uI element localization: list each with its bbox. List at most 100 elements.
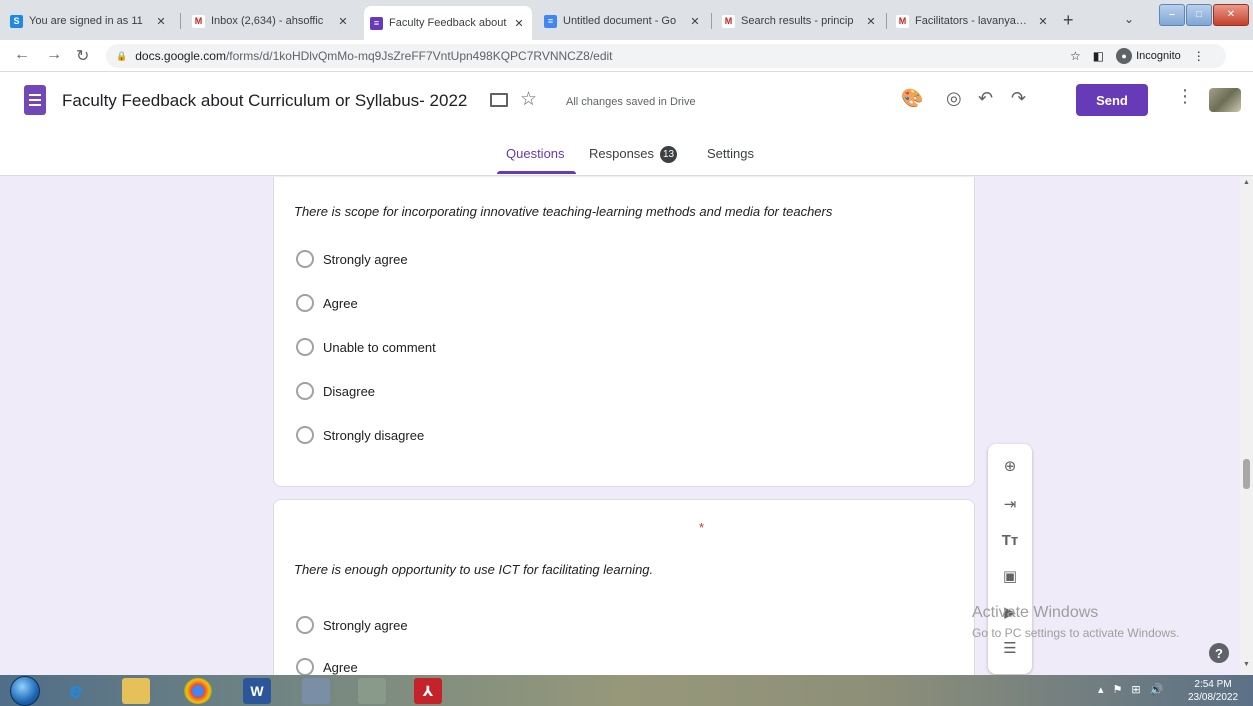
redo-icon[interactable]: ↷	[1011, 88, 1026, 109]
paint-icon[interactable]	[302, 678, 330, 704]
form-title[interactable]: Faculty Feedback about Curriculum or Syl…	[62, 91, 467, 111]
add-section-icon[interactable]: ☰	[1000, 638, 1020, 658]
watermark-line-1: Activate Windows	[972, 604, 1099, 621]
close-tab-icon[interactable]: ✕	[512, 17, 526, 30]
add-title-icon[interactable]: Tт	[1000, 530, 1020, 550]
option-strongly-disagree[interactable]: Strongly disagree	[296, 426, 424, 444]
maximize-window-button[interactable]: □	[1186, 4, 1212, 26]
close-tab-icon[interactable]: ✕	[864, 15, 878, 28]
add-image-icon[interactable]: ▣	[1000, 566, 1020, 586]
side-panel-icon[interactable]: ◧	[1093, 49, 1104, 63]
browser-tab-facilitators[interactable]: M Facilitators - lavanyap@ ✕	[890, 8, 1056, 34]
taskbar-clock[interactable]: 2:54 PM 23/08/2022	[1188, 678, 1238, 704]
word-icon[interactable]: W	[243, 678, 271, 704]
browser-tab-search-results[interactable]: M Search results - princip ✕	[716, 8, 884, 34]
more-options-icon[interactable]: ⋮	[1176, 86, 1194, 107]
radio-button[interactable]	[296, 616, 314, 634]
responses-count-badge: 13	[660, 146, 678, 164]
tab-separator	[180, 13, 181, 29]
tab-separator	[711, 13, 712, 29]
tab-responses-label: Responses	[589, 146, 655, 161]
radio-button[interactable]	[296, 338, 314, 356]
close-tab-icon[interactable]: ✕	[688, 15, 702, 28]
active-tab-indicator	[497, 171, 576, 174]
browser-tab-faculty-feedback[interactable]: ≡ Faculty Feedback about ✕	[364, 6, 532, 40]
radio-button[interactable]	[296, 250, 314, 268]
browser-tab-inbox[interactable]: M Inbox (2,634) - ahsoffic ✕	[186, 8, 356, 34]
add-question-icon[interactable]: ⊕	[1000, 456, 1020, 476]
chrome-icon[interactable]	[184, 678, 212, 704]
bookmark-star-icon[interactable]: ☆	[1070, 49, 1081, 63]
url-path: /forms/d/1koHDlvQmMo-mq9JsZreFF7VntUpn49…	[225, 49, 613, 63]
send-button[interactable]: Send	[1076, 84, 1148, 116]
url-host: docs.google.com	[135, 49, 226, 63]
close-window-button[interactable]: ✕	[1213, 4, 1249, 26]
back-arrow-icon[interactable]: ←	[14, 46, 30, 64]
new-tab-icon[interactable]: +	[1063, 10, 1074, 31]
option-label: Unable to comment	[323, 339, 436, 355]
star-icon[interactable]: ☆	[520, 88, 537, 111]
page-scrollbar[interactable]: ▲ ▼	[1240, 177, 1253, 675]
browser-tab-title: Inbox (2,634) - ahsoffic	[211, 15, 324, 27]
option-strongly-agree[interactable]: Strongly agree	[296, 250, 408, 268]
undo-icon[interactable]: ↶	[978, 88, 993, 109]
minimize-window-button[interactable]: –	[1159, 4, 1185, 26]
option-agree[interactable]: Agree	[296, 658, 358, 675]
preview-eye-icon[interactable]: ◎	[946, 88, 962, 109]
scrollbar-thumb[interactable]	[1243, 459, 1250, 489]
tab-responses[interactable]: Responses 13	[589, 146, 678, 164]
clock-date: 23/08/2022	[1188, 692, 1239, 703]
palette-icon[interactable]: 🎨	[901, 88, 923, 109]
scroll-down-arrow-icon[interactable]: ▼	[1243, 661, 1250, 668]
option-agree[interactable]: Agree	[296, 294, 358, 312]
tab-questions[interactable]: Questions	[506, 146, 565, 161]
option-label: Agree	[323, 295, 358, 311]
required-asterisk: *	[898, 177, 903, 181]
network-app-icon[interactable]	[358, 678, 386, 704]
form-tabs: Questions Responses 13 Settings	[0, 144, 1253, 176]
help-icon[interactable]: ?	[1209, 643, 1229, 663]
file-explorer-icon[interactable]	[122, 678, 150, 704]
forms-logo-icon[interactable]	[24, 85, 46, 115]
scroll-up-arrow-icon[interactable]: ▲	[1243, 179, 1250, 186]
radio-button[interactable]	[296, 658, 314, 675]
network-icon[interactable]: ⊞	[1131, 683, 1140, 696]
question-title[interactable]: There is scope for incorporating innovat…	[294, 204, 832, 219]
tab-settings[interactable]: Settings	[707, 146, 754, 161]
browser-menu-icon[interactable]: ⋮	[1193, 49, 1205, 63]
incognito-indicator[interactable]: ● Incognito	[1116, 48, 1181, 64]
option-unable-to-comment[interactable]: Unable to comment	[296, 338, 436, 356]
move-to-folder-icon[interactable]	[490, 93, 508, 107]
option-strongly-agree[interactable]: Strongly agree	[296, 616, 408, 634]
question-title[interactable]: There is enough opportunity to use ICT f…	[294, 562, 653, 577]
radio-button[interactable]	[296, 294, 314, 312]
browser-tab-untitled-document[interactable]: ≡ Untitled document - Go ✕	[538, 8, 708, 34]
acrobat-icon[interactable]: ⅄	[414, 678, 442, 704]
forward-arrow-icon[interactable]: →	[46, 46, 62, 64]
import-questions-icon[interactable]: ⇥	[1000, 494, 1020, 514]
radio-button[interactable]	[296, 426, 314, 444]
action-center-flag-icon[interactable]: ⚑	[1113, 683, 1123, 696]
close-tab-icon[interactable]: ✕	[1036, 15, 1050, 28]
volume-icon[interactable]: 🔊	[1150, 683, 1164, 696]
start-button-icon[interactable]	[10, 676, 40, 706]
reload-icon[interactable]: ↻	[76, 46, 89, 66]
question-card[interactable]: * There is scope for incorporating innov…	[273, 177, 975, 487]
close-tab-icon[interactable]: ✕	[336, 15, 350, 28]
close-tab-icon[interactable]: ✕	[154, 15, 168, 28]
tray-expand-icon[interactable]: ▴	[1098, 683, 1104, 696]
internet-explorer-icon[interactable]: e	[62, 678, 90, 704]
browser-tab-signed-in[interactable]: S You are signed in as 11 ✕	[4, 8, 174, 34]
address-bar[interactable]: 🔒 docs.google.com/forms/d/1koHDlvQmMo-mq…	[106, 44, 1226, 68]
account-avatar[interactable]	[1209, 88, 1241, 112]
browser-tab-title: You are signed in as 11	[29, 15, 143, 27]
browser-tab-title: Search results - princip	[741, 15, 854, 27]
radio-button[interactable]	[296, 382, 314, 400]
option-disagree[interactable]: Disagree	[296, 382, 375, 400]
save-status: All changes saved in Drive	[566, 96, 696, 108]
question-card[interactable]: * There is enough opportunity to use ICT…	[273, 499, 975, 675]
browser-toolbar: ← → ↻ 🔒 docs.google.com/forms/d/1koHDlvQ…	[0, 40, 1253, 72]
browser-tab-title: Facilitators - lavanyap@	[915, 15, 1032, 27]
tab-search-chevron-icon[interactable]: ⌄	[1124, 12, 1134, 26]
tab-separator	[886, 13, 887, 29]
